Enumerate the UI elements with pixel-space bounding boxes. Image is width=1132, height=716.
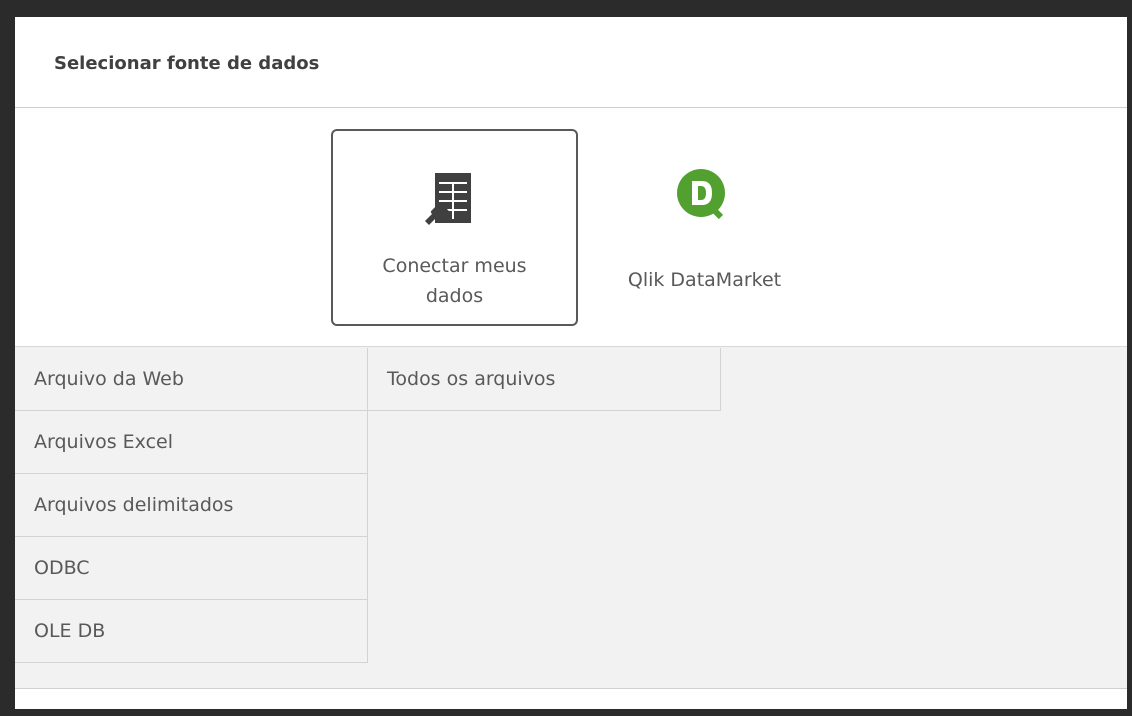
subcategory-todos-os-arquivos[interactable]: Todos os arquivos: [368, 348, 721, 411]
qlik-datamarket-logo-icon: [581, 167, 828, 227]
qlik-datamarket-label: Qlik DataMarket: [627, 269, 782, 291]
category-ole-db[interactable]: OLE DB: [15, 600, 368, 663]
select-data-source-dialog: Selecionar fonte de dados Conectar meus …: [15, 17, 1127, 709]
subcategory-list: Todos os arquivos: [368, 348, 721, 411]
category-list: Arquivo da Web Arquivos Excel Arquivos d…: [15, 348, 368, 663]
category-odbc[interactable]: ODBC: [15, 537, 368, 600]
connector-table-icon: [333, 169, 576, 229]
category-arquivos-delimitados[interactable]: Arquivos delimitados: [15, 474, 368, 537]
category-arquivos-excel[interactable]: Arquivos Excel: [15, 411, 368, 474]
qlik-datamarket-tile[interactable]: Qlik DataMarket: [581, 129, 828, 326]
dialog-footer: [15, 688, 1127, 709]
connect-my-data-tile[interactable]: Conectar meus dados: [331, 129, 578, 326]
source-tiles: Conectar meus dados Qlik DataMarket: [15, 108, 1127, 347]
dialog-header: Selecionar fonte de dados: [15, 17, 1127, 108]
connect-my-data-label: Conectar meus dados: [382, 255, 527, 307]
category-arquivo-da-web[interactable]: Arquivo da Web: [15, 348, 368, 411]
dialog-title: Selecionar fonte de dados: [54, 53, 320, 74]
